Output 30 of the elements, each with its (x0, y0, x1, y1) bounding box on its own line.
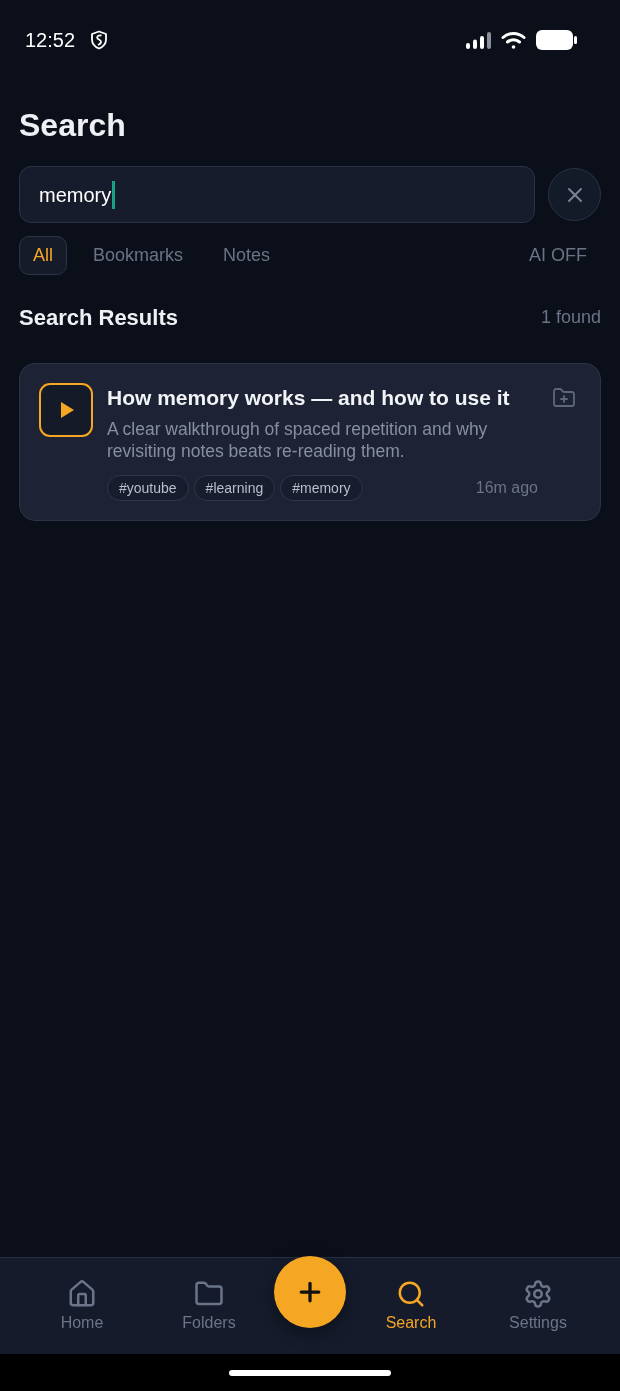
result-card[interactable]: How memory works — and how to use it A clear walkthrough of spaced repetition and why revisiting notes beats re-reading them. #youtube #learning #memory 16m ago (19, 363, 601, 521)
nav-tab[interactable]: Settings (509, 1279, 567, 1354)
result-title: How memory works — and how to use it (107, 385, 510, 411)
result-time: 16m ago (475, 478, 538, 498)
nav-tab[interactable]: Home (60, 1279, 104, 1354)
signal-icon (466, 31, 491, 49)
shield-icon (90, 30, 109, 50)
filter-tab[interactable]: All (19, 236, 67, 275)
tag-chip[interactable]: #memory (280, 475, 363, 501)
settings-icon (523, 1279, 553, 1309)
result-count: 1 found (540, 305, 601, 329)
section-title: Search Results (19, 303, 178, 332)
clear-button[interactable] (548, 168, 601, 221)
search-icon (396, 1279, 426, 1309)
filter-tab[interactable]: Bookmarks (79, 236, 198, 275)
tag-chip[interactable]: #youtube (107, 475, 189, 501)
status-time: 12:52 (25, 28, 76, 53)
ai-toggle[interactable]: AI OFF (515, 236, 601, 275)
filter-tab[interactable]: Notes (209, 236, 285, 275)
add-to-folder-icon[interactable] (552, 386, 576, 410)
nav-tab[interactable]: Search (385, 1279, 437, 1354)
result-description: A clear walkthrough of spaced repetition and why revisiting notes beats re-reading them. (107, 418, 489, 462)
nav-tab[interactable]: Folders (182, 1279, 236, 1354)
home-icon (67, 1279, 97, 1309)
wifi-icon (501, 30, 526, 50)
play-icon (39, 383, 93, 437)
battery-icon (536, 30, 577, 50)
search-field[interactable]: memory (19, 166, 535, 223)
page-title: Search (19, 106, 126, 145)
tag-chip[interactable]: #learning (193, 475, 276, 501)
